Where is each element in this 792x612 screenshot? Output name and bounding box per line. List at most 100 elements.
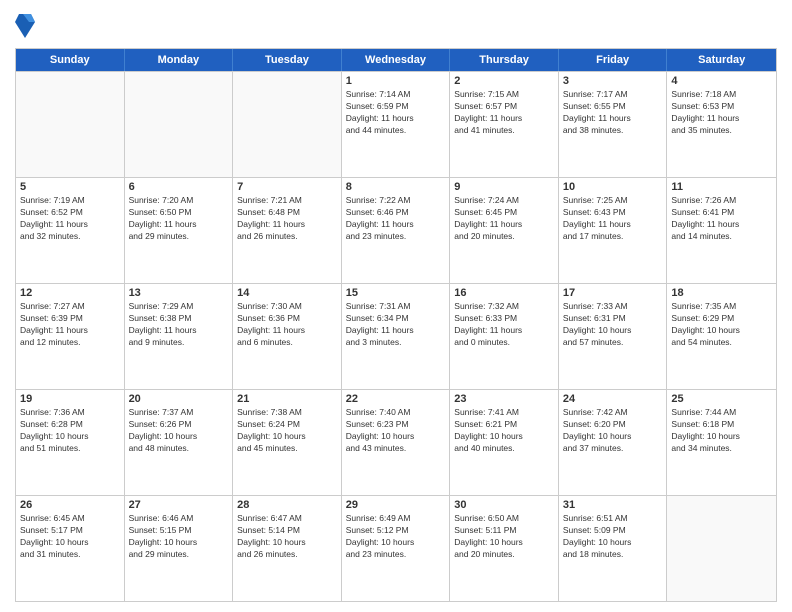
calendar-header-cell: Saturday — [667, 49, 776, 71]
cell-line: and 20 minutes. — [454, 231, 554, 243]
day-number: 11 — [671, 181, 772, 193]
calendar-row: 5 Sunrise: 7:19 AMSunset: 6:52 PM Daylight… — [16, 177, 776, 283]
cell-line: and 26 minutes. — [237, 549, 337, 561]
cell-line: and 12 minutes. — [20, 337, 120, 349]
cell-line: Sunrise: 7:14 AM — [346, 89, 446, 101]
day-number: 28 — [237, 499, 337, 511]
cell-line: Daylight: 10 hours — [563, 431, 663, 443]
cell-line: and 29 minutes. — [129, 549, 229, 561]
cell-line: Daylight: 11 hours — [671, 219, 772, 231]
calendar-cell: 18Sunrise: 7:35 AMSunset: 6:29 PMDayligh… — [667, 284, 776, 389]
day-number: 29 — [346, 499, 446, 511]
calendar-cell: 27Sunrise: 6:46 AMSunset: 5:15 PMDayligh… — [125, 496, 234, 601]
cell-line: Sunset: 6:20 PM — [563, 419, 663, 431]
day-number: 24 — [563, 393, 663, 405]
day-number: 3 — [563, 75, 663, 87]
day-number: 25 — [671, 393, 772, 405]
cell-line: and 9 minutes. — [129, 337, 229, 349]
calendar-cell: 7Sunrise: 7:21 AMSunset: 6:48 PMDaylight… — [233, 178, 342, 283]
calendar-cell: 25Sunrise: 7:44 AMSunset: 6:18 PMDayligh… — [667, 390, 776, 495]
cell-line: Sunrise: 7:31 AM — [346, 301, 446, 313]
cell-line: and 38 minutes. — [563, 125, 663, 137]
calendar-body: 1Sunrise: 7:14 AMSunset: 6:59 PMDaylight… — [16, 71, 776, 601]
cell-line: Sunset: 6:50 PM — [129, 207, 229, 219]
cell-line: Daylight: 10 hours — [454, 431, 554, 443]
cell-line: Sunset: 6:36 PM — [237, 313, 337, 325]
calendar-cell — [16, 72, 125, 177]
cell-line: Daylight: 10 hours — [346, 431, 446, 443]
cell-line: Sunset: 6:24 PM — [237, 419, 337, 431]
cell-line: Sunrise: 6:47 AM — [237, 513, 337, 525]
day-number: 22 — [346, 393, 446, 405]
day-number: 10 — [563, 181, 663, 193]
day-number: 26 — [20, 499, 120, 511]
calendar-cell: 11Sunrise: 7:26 AMSunset: 6:41 PMDayligh… — [667, 178, 776, 283]
cell-line: Daylight: 10 hours — [129, 431, 229, 443]
cell-line: Sunrise: 7:19 AM — [20, 195, 120, 207]
cell-line: Sunset: 6:26 PM — [129, 419, 229, 431]
cell-line: Sunrise: 7:41 AM — [454, 407, 554, 419]
calendar-header: SundayMondayTuesdayWednesdayThursdayFrid… — [16, 49, 776, 71]
cell-line: Daylight: 10 hours — [563, 325, 663, 337]
cell-line: Sunrise: 6:50 AM — [454, 513, 554, 525]
calendar-cell: 16Sunrise: 7:32 AMSunset: 6:33 PMDayligh… — [450, 284, 559, 389]
cell-line: Sunset: 6:31 PM — [563, 313, 663, 325]
day-number: 5 — [20, 181, 120, 193]
cell-line: Daylight: 11 hours — [237, 325, 337, 337]
cell-line: Sunrise: 7:40 AM — [346, 407, 446, 419]
cell-line: and 35 minutes. — [671, 125, 772, 137]
cell-line: and 31 minutes. — [20, 549, 120, 561]
calendar-cell: 13Sunrise: 7:29 AMSunset: 6:38 PMDayligh… — [125, 284, 234, 389]
cell-line: and 45 minutes. — [237, 443, 337, 455]
day-number: 6 — [129, 181, 229, 193]
cell-line: Sunset: 5:17 PM — [20, 525, 120, 537]
cell-line: Daylight: 10 hours — [20, 431, 120, 443]
cell-line: Sunset: 6:38 PM — [129, 313, 229, 325]
cell-line: Sunrise: 7:26 AM — [671, 195, 772, 207]
calendar-cell: 30Sunrise: 6:50 AMSunset: 5:11 PMDayligh… — [450, 496, 559, 601]
cell-line: and 48 minutes. — [129, 443, 229, 455]
cell-line: Daylight: 11 hours — [454, 219, 554, 231]
calendar-cell: 31Sunrise: 6:51 AMSunset: 5:09 PMDayligh… — [559, 496, 668, 601]
calendar-cell: 5Sunrise: 7:19 AMSunset: 6:52 PMDaylight… — [16, 178, 125, 283]
calendar-header-cell: Thursday — [450, 49, 559, 71]
calendar-cell: 3Sunrise: 7:17 AMSunset: 6:55 PMDaylight… — [559, 72, 668, 177]
day-number: 27 — [129, 499, 229, 511]
calendar-header-cell: Wednesday — [342, 49, 451, 71]
cell-line: Sunset: 6:53 PM — [671, 101, 772, 113]
day-number: 14 — [237, 287, 337, 299]
cell-line: Daylight: 11 hours — [237, 219, 337, 231]
calendar-header-cell: Monday — [125, 49, 234, 71]
calendar-cell: 10Sunrise: 7:25 AMSunset: 6:43 PMDayligh… — [559, 178, 668, 283]
cell-line: Daylight: 11 hours — [20, 325, 120, 337]
day-number: 17 — [563, 287, 663, 299]
cell-line: Sunset: 5:15 PM — [129, 525, 229, 537]
calendar-cell: 14Sunrise: 7:30 AMSunset: 6:36 PMDayligh… — [233, 284, 342, 389]
calendar-cell: 24Sunrise: 7:42 AMSunset: 6:20 PMDayligh… — [559, 390, 668, 495]
calendar-row: 12Sunrise: 7:27 AMSunset: 6:39 PMDayligh… — [16, 283, 776, 389]
cell-line: Daylight: 10 hours — [237, 431, 337, 443]
calendar-cell: 8Sunrise: 7:22 AMSunset: 6:46 PMDaylight… — [342, 178, 451, 283]
day-number: 13 — [129, 287, 229, 299]
cell-line: Sunset: 6:52 PM — [20, 207, 120, 219]
cell-line: Sunrise: 6:49 AM — [346, 513, 446, 525]
cell-line: Sunset: 6:59 PM — [346, 101, 446, 113]
calendar-header-cell: Tuesday — [233, 49, 342, 71]
cell-line: Daylight: 11 hours — [129, 325, 229, 337]
cell-line: Sunset: 6:39 PM — [20, 313, 120, 325]
cell-line: Daylight: 11 hours — [346, 113, 446, 125]
calendar-row: 1Sunrise: 7:14 AMSunset: 6:59 PMDaylight… — [16, 71, 776, 177]
cell-line: Sunrise: 7:36 AM — [20, 407, 120, 419]
cell-line: Sunrise: 7:24 AM — [454, 195, 554, 207]
cell-line: Daylight: 10 hours — [20, 537, 120, 549]
cell-line: Daylight: 11 hours — [563, 113, 663, 125]
cell-line: Sunset: 6:46 PM — [346, 207, 446, 219]
calendar-cell: 12Sunrise: 7:27 AMSunset: 6:39 PMDayligh… — [16, 284, 125, 389]
calendar-cell — [125, 72, 234, 177]
cell-line: Sunrise: 6:45 AM — [20, 513, 120, 525]
calendar-cell — [233, 72, 342, 177]
logo — [15, 10, 37, 40]
cell-line: Sunrise: 7:27 AM — [20, 301, 120, 313]
cell-line: and 6 minutes. — [237, 337, 337, 349]
cell-line: and 23 minutes. — [346, 549, 446, 561]
